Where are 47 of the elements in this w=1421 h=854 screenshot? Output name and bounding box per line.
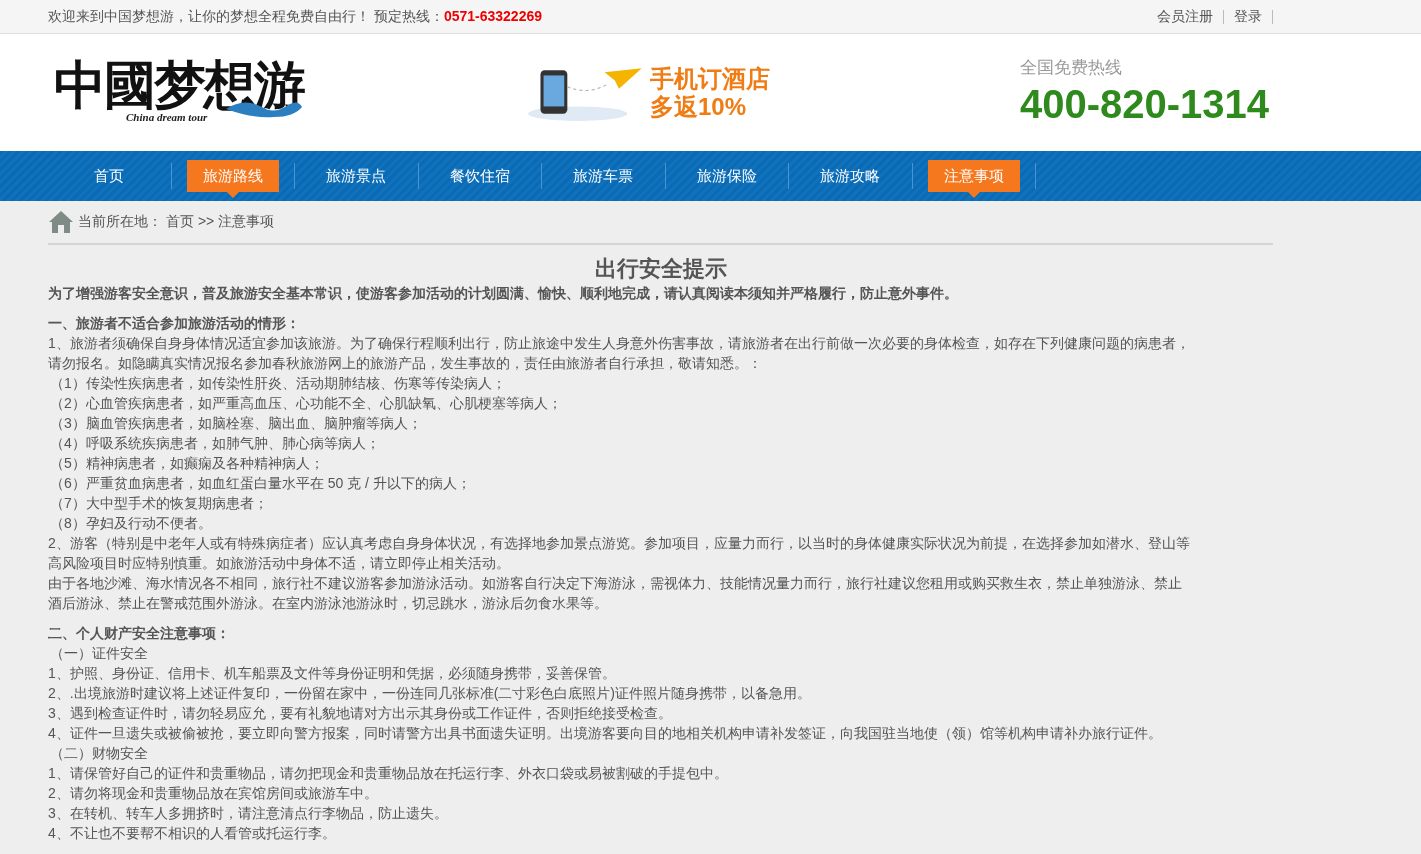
nav-tab[interactable]: 旅游景点 xyxy=(310,160,403,198)
nav-tab[interactable]: 旅游车票 xyxy=(557,160,650,198)
paragraph-line: 3、在转机、转车人多拥挤时，请注意清点行李物品，防止遗失。 xyxy=(48,804,449,823)
breadcrumb-path[interactable]: 首页 >> 注意事项 xyxy=(166,213,275,231)
list-item: （一）证件安全 xyxy=(49,644,149,663)
paragraph-line: 4、证件一旦遗失或被偷被抢，要立即向警方报案，同时请警方出具书面遗失证明。出境游客要向目的地相关机构申请补发签证，向我国驻当地使（领）馆等机构申请补办旅行证件。 xyxy=(48,724,1163,743)
nav-tab[interactable]: 旅游保险 xyxy=(680,160,773,198)
paragraph-line: 4、不让也不要帮不相识的人看管或托运行李。 xyxy=(48,824,337,843)
pointer-triangle-icon xyxy=(226,192,239,198)
nav-tab[interactable]: 首页 xyxy=(78,160,141,198)
paragraph-line: 2、游客（特别是中老年人或有特殊病症者）应认真考虑自身身体状况，有选择地参加景点游览。参加项目，应量力而行，以当时的身体健康实际状况为前提，在选择参加如潜水、登山等 xyxy=(48,534,1191,553)
list-item: （4）呼吸系统疾病患者，如肺气肿、肺心病等病人； xyxy=(49,434,381,453)
paragraph-line: 1、请保管好自己的证件和贵重物品，请勿把现金和贵重物品放在托运行李、外衣口袋或易被割破的手提包中。 xyxy=(48,764,729,783)
paragraph-line: 3、遇到检查证件时，请勿轻易应允，要有礼貌地请对方出示其身份或工作证件，否则拒绝接受检查。 xyxy=(48,704,673,723)
pointer-triangle-icon xyxy=(967,192,980,198)
hotline-number: 0571-63322269 xyxy=(443,7,542,24)
promo-text: 多返10% xyxy=(650,92,748,121)
top-link[interactable]: 登录 xyxy=(1234,7,1262,26)
intro-paragraph: 为了增强游客安全意识，普及旅游安全基本常识，使游客参加活动的计划圆满、愉快、顺利地完成，请认真阅读本须知并严格履行，防止意外事件。 xyxy=(48,284,959,303)
list-item: （6）严重贫血病患者，如血红蛋白量水平在 50 克 / 升以下的病人； xyxy=(49,474,472,493)
list-item: （3）脑血管疾病患者，如脑栓塞、脑出血、脑肿瘤等病人； xyxy=(49,414,423,433)
paragraph-line: 酒后游泳、禁止在警戒范围外游泳。在室内游泳池游泳时，切忌跳水，游泳后勿食水果等。 xyxy=(48,594,609,613)
list-item: （8）孕妇及行动不便者。 xyxy=(49,514,213,533)
paragraph-line: 2、请勿将现金和贵重物品放在宾馆房间或旅游车中。 xyxy=(48,784,379,803)
paragraph-line: 由于各地沙滩、海水情况各不相同，旅行社不建议游客参加游泳活动。如游客自行决定下海游泳，需视体力、技能情况量力而行，旅行社建议您租用或购买救生衣，禁止单独游泳、禁止 xyxy=(48,574,1183,593)
list-item: （二）财物安全 xyxy=(49,744,149,763)
paragraph-line: 1、护照、身份证、信用卡、机车船票及文件等身份证明和凭据，必须随身携带，妥善保管。 xyxy=(48,664,617,683)
list-item: （7）大中型手术的恢复期病患者； xyxy=(49,494,269,513)
paragraph-line: 1、旅游者须确保自身身体情况适宜参加该旅游。为了确保行程顺利出行，防止旅途中发生人身意外伤害事故，请旅游者在出行前做一次必要的身体检查，如存在下列健康问题的病患者， xyxy=(48,334,1191,353)
list-item: （2）心血管疾病患者，如严重高血压、心功能不全、心肌缺氧、心肌梗塞等病人； xyxy=(49,394,563,413)
section-heading: 一、旅游者不适合参加旅游活动的情形： xyxy=(48,314,301,333)
breadcrumb-label: 当前所在地： xyxy=(78,213,162,231)
promo-text: 手机订酒店 xyxy=(650,64,770,93)
paragraph-line: 请勿报名。如隐瞒真实情况报名参加春秋旅游网上的旅游产品，发生事故的，责任由旅游者自行承担，敬请知悉。： xyxy=(48,354,763,373)
nav-tab[interactable]: 旅游攻略 xyxy=(804,160,897,198)
paragraph-line: 高风险项目时应特别慎重。如旅游活动中身体不适，请立即停止相关活动。 xyxy=(48,554,511,573)
nav-tab[interactable]: 餐饮住宿 xyxy=(433,160,526,198)
welcome-text: 欢迎来到中国梦想游，让你的梦想全程免费自由行！ 预定热线： xyxy=(48,7,444,24)
hotline-number: 400-820-1314 xyxy=(1019,81,1269,128)
hotline-label: 全国免费热线 xyxy=(1019,57,1123,79)
home-icon xyxy=(48,210,74,234)
article-title: 出行安全提示 xyxy=(593,255,728,283)
section-heading: 二、个人财产安全注意事项： xyxy=(48,624,231,643)
list-item: （5）精神病患者，如癫痫及各种精神病人； xyxy=(49,454,325,473)
top-link[interactable]: 会员注册 xyxy=(1157,7,1213,26)
list-item: （1）传染性疾病患者，如传染性肝炎、活动期肺结核、伤寒等传染病人； xyxy=(49,374,507,393)
paragraph-line: 2、.出境旅游时建议将上述证件复印，一份留在家中，一份连同几张标准(二寸彩色白底照片)证件照片随身携带，以备急用。 xyxy=(48,684,812,703)
